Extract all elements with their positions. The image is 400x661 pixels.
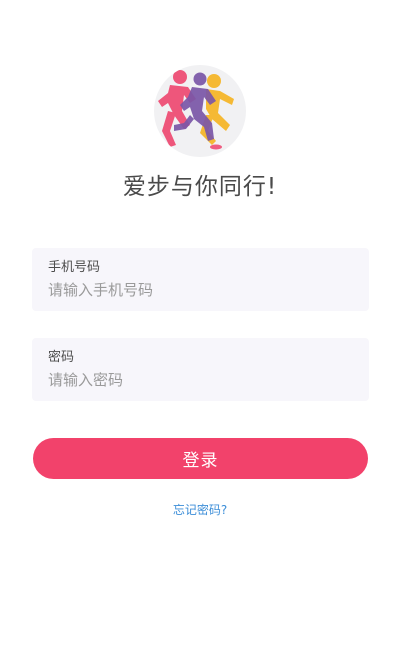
login-button[interactable]: 登录 [33, 438, 368, 479]
runners-logo-icon [154, 65, 246, 157]
password-field[interactable]: 密码 [32, 338, 369, 401]
password-label: 密码 [48, 350, 75, 365]
phone-field[interactable]: 手机号码 [32, 248, 369, 311]
phone-input[interactable] [48, 278, 348, 302]
forgot-password-link[interactable]: 忘记密码? [0, 501, 400, 518]
phone-label: 手机号码 [48, 260, 101, 275]
login-screen: 爱步与你同行! 手机号码 密码 登录 忘记密码? [0, 0, 400, 661]
page-title: 爱步与你同行! [122, 174, 278, 200]
password-input[interactable] [48, 368, 348, 392]
